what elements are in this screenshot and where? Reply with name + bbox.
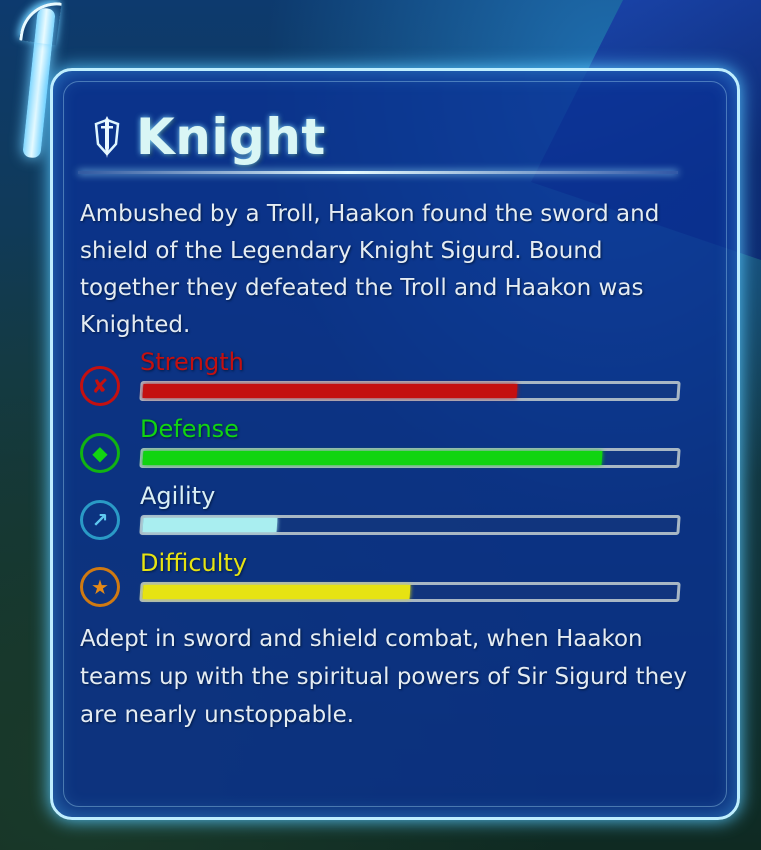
stat-bar: [139, 381, 681, 401]
stat-bar: [139, 448, 681, 468]
stat-strength: ✘ Strength: [80, 348, 690, 416]
difficulty-icon: ★: [80, 567, 120, 607]
stat-label: Agility: [140, 482, 216, 510]
staff-blade-ornament: [19, 0, 62, 46]
stat-bar-fill: [142, 518, 277, 532]
stat-label: Defense: [140, 415, 239, 443]
stat-label: Difficulty: [140, 549, 248, 577]
stat-difficulty: ★ Difficulty: [80, 549, 690, 617]
title-row: Knight: [92, 108, 326, 166]
stat-bar-fill: [142, 451, 603, 465]
stat-bar-fill: [142, 384, 518, 398]
stat-defense: ◆ Defense: [80, 415, 690, 483]
title-divider: [78, 171, 678, 174]
stat-label: Strength: [140, 348, 244, 376]
hero-description: Ambushed by a Troll, Haakon found the sw…: [80, 201, 660, 338]
defense-icon: ◆: [80, 433, 120, 473]
agility-icon: ↗: [80, 500, 120, 540]
stat-bar-fill: [142, 585, 411, 599]
hero-class-title: Knight: [136, 108, 326, 166]
strength-icon: ✘: [80, 366, 120, 406]
hero-footer-description: Adept in sword and shield combat, when H…: [80, 626, 687, 728]
stat-bar: [139, 582, 681, 602]
stat-agility: ↗ Agility: [80, 482, 690, 550]
stat-bar: [139, 515, 681, 535]
sword-shield-icon: [92, 114, 122, 160]
